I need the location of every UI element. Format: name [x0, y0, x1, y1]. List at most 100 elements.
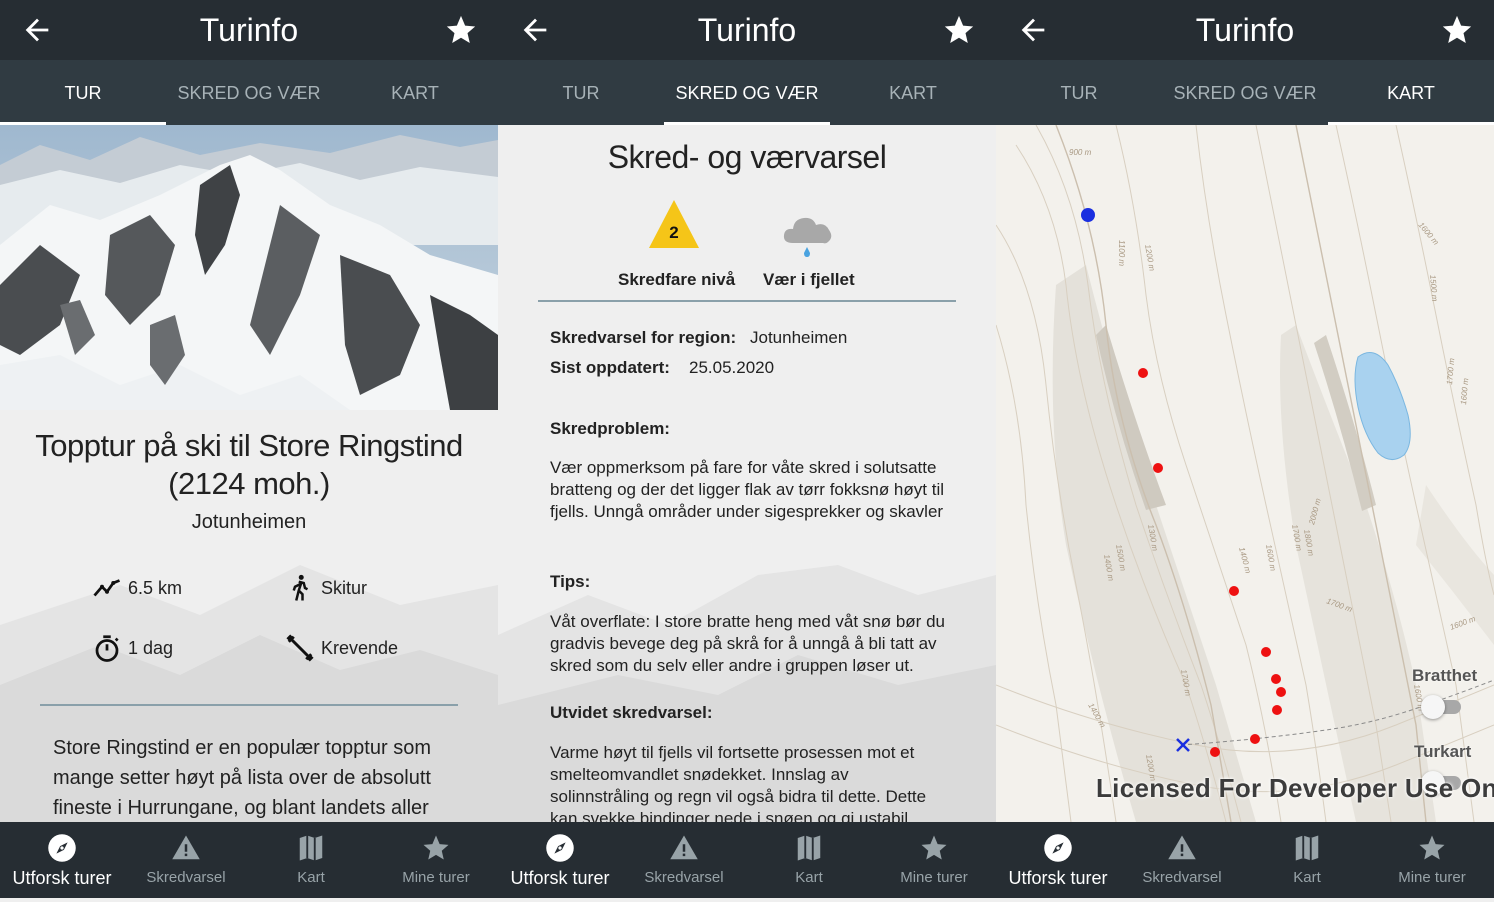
contour-label: 900 m [1069, 148, 1092, 157]
nav-label: Kart [795, 869, 823, 886]
difficulty-value: Krevende [321, 638, 399, 658]
compass-icon [546, 834, 574, 862]
nav-label: Kart [1293, 869, 1321, 886]
stopwatch-icon [95, 635, 119, 662]
nav-label: Mine turer [402, 869, 470, 886]
license-watermark: Licensed For Developer Use Only [1096, 773, 1494, 803]
map-icon [299, 835, 323, 861]
route-point[interactable] [1272, 705, 1282, 715]
region-value: Jotunheimen [750, 328, 848, 347]
tur-content[interactable]: Topptur på ski til Store Ringstind (2124… [0, 125, 498, 822]
nav-skredvarsel[interactable]: Skredvarsel [1120, 822, 1244, 898]
favorite-star-icon[interactable] [942, 13, 976, 47]
tab-tur[interactable]: TUR [0, 60, 166, 125]
tab-tur[interactable]: TUR [498, 60, 664, 125]
nav-label: Utforsk turer [510, 868, 610, 888]
nav-mine-turer[interactable]: Mine turer [374, 822, 498, 898]
nav-label: Skredvarsel [146, 869, 226, 886]
tab-bar: TUR SKRED OG VÆR KART [996, 60, 1494, 125]
tour-region: Jotunheimen [191, 511, 307, 533]
divider [538, 300, 956, 302]
star-icon [423, 835, 449, 860]
route-point[interactable] [1210, 747, 1220, 757]
start-point[interactable] [1081, 208, 1095, 222]
problem-text: Vær oppmerksom på fare for våte skred i … [550, 458, 944, 521]
topographic-map[interactable]: 900 m 1100 m 1200 m 1600 m 1500 m 1700 m… [996, 125, 1494, 822]
nav-utforsk-turer[interactable]: Utforsk turer [996, 822, 1120, 898]
nav-utforsk-turer[interactable]: Utforsk turer [498, 822, 622, 898]
nav-label: Skredvarsel [1142, 869, 1222, 886]
nav-mine-turer[interactable]: Mine turer [872, 822, 996, 898]
contour-label: 1100 m [1117, 240, 1126, 266]
nav-label: Utforsk turer [1008, 868, 1108, 888]
region-label: Skredvarsel for region: [550, 328, 737, 347]
route-point[interactable] [1138, 368, 1148, 378]
nav-label: Kart [297, 869, 325, 886]
distance-value: 6.5 km [128, 578, 183, 598]
nav-kart[interactable]: Kart [1245, 822, 1369, 898]
map-icon [1295, 835, 1319, 861]
nav-skredvarsel[interactable]: Skredvarsel [124, 822, 248, 898]
weather-label: Vær i fjellet [763, 270, 855, 289]
route-point[interactable] [1261, 647, 1271, 657]
route-point[interactable] [1229, 586, 1239, 596]
nav-utforsk-turer[interactable]: Utforsk turer [0, 822, 124, 898]
star-icon [921, 835, 947, 860]
screen-skred-og-vaer: Turinfo TUR SKRED OG VÆR KART Skred- og … [498, 0, 996, 902]
nav-mine-turer[interactable]: Mine turer [1370, 822, 1494, 898]
route-point[interactable] [1250, 734, 1260, 744]
app-bar: Turinfo [0, 0, 498, 60]
tab-skred-og-vaer[interactable]: SKRED OG VÆR [166, 60, 332, 125]
forecast-heading: Skred- og værvarsel [607, 139, 887, 175]
tab-skred-og-vaer[interactable]: SKRED OG VÆR [1162, 60, 1328, 125]
nav-label: Utforsk turer [12, 868, 112, 888]
route-point[interactable] [1153, 463, 1163, 473]
warning-triangle-icon [1168, 835, 1196, 860]
screen-kart: Turinfo TUR SKRED OG VÆR KART 900 m 1100… [996, 0, 1494, 902]
favorite-star-icon[interactable] [1440, 13, 1474, 47]
updated-row: Sist oppdatert: 25.05.2020 [550, 358, 774, 378]
app-title: Turinfo [697, 12, 797, 48]
nav-kart[interactable]: Kart [747, 822, 871, 898]
tab-bar: TUR SKRED OG VÆR KART [498, 60, 996, 125]
bottom-navigation: Utforsk turer Skredvarsel Kart Mine ture… [498, 822, 996, 898]
toggle-bratthet[interactable] [1421, 695, 1461, 719]
bottom-navigation: Utforsk turer Skredvarsel Kart Mine ture… [0, 822, 498, 898]
tab-tur[interactable]: TUR [996, 60, 1162, 125]
favorite-star-icon[interactable] [444, 13, 478, 47]
nav-skredvarsel[interactable]: Skredvarsel [622, 822, 746, 898]
tab-kart[interactable]: KART [332, 60, 498, 125]
tab-kart[interactable]: KART [1328, 60, 1494, 125]
updated-label: Sist oppdatert: [550, 358, 670, 377]
danger-level-number: 2 [669, 223, 679, 242]
toggle-knob [1421, 695, 1445, 719]
route-point[interactable] [1276, 687, 1286, 697]
skred-content[interactable]: Skred- og værvarsel 2 Skredfare nivå Vær… [498, 125, 996, 822]
extended-heading: Utvidet skredvarsel: [550, 703, 713, 722]
tab-kart[interactable]: KART [830, 60, 996, 125]
layer-label-bratthet: Bratthet [1412, 666, 1478, 685]
duration-value: 1 dag [128, 638, 174, 658]
screen-tur: Turinfo TUR SKRED OG VÆR KART Topptur på… [0, 0, 498, 902]
rain-cloud-icon[interactable] [781, 209, 835, 259]
extended-text: Varme høyt til fjells vil fortsette pros… [550, 743, 927, 822]
map-icon [797, 835, 821, 861]
tab-bar: TUR SKRED OG VÆR KART [0, 60, 498, 125]
app-bar: Turinfo [498, 0, 996, 60]
app-title: Turinfo [1195, 12, 1295, 48]
tab-skred-og-vaer[interactable]: SKRED OG VÆR [664, 60, 830, 125]
route-point[interactable] [1271, 674, 1281, 684]
layer-label-turkart: Turkart [1414, 742, 1472, 761]
tips-heading: Tips: [550, 572, 591, 591]
type-value: Skitur [321, 578, 368, 598]
tour-description: Store Ringstind er en populær topptur so… [53, 737, 431, 819]
nav-kart[interactable]: Kart [249, 822, 373, 898]
nav-label: Mine turer [1398, 869, 1466, 886]
compass-icon [1044, 834, 1072, 862]
warning-triangle-icon [670, 835, 698, 860]
map-content[interactable]: 900 m 1100 m 1200 m 1600 m 1500 m 1700 m… [996, 125, 1494, 822]
star-icon [1419, 835, 1445, 860]
divider [40, 704, 458, 706]
nav-label: Skredvarsel [644, 869, 724, 886]
problem-heading: Skredproblem: [550, 419, 670, 438]
